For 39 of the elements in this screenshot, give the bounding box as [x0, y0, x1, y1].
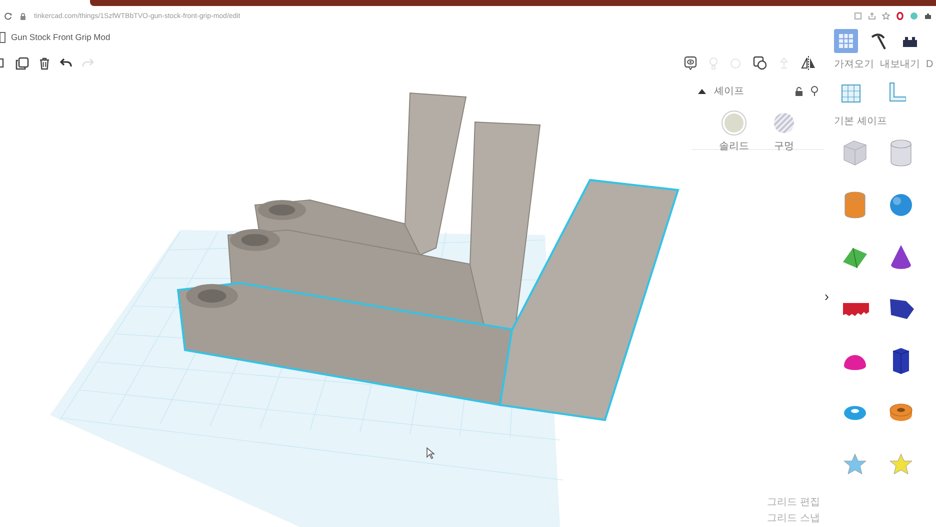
- top-action-button[interactable]: 내보내기: [880, 57, 920, 71]
- undo-icon[interactable]: [60, 58, 72, 68]
- copy-icon[interactable]: [0, 57, 5, 69]
- round-extension-icon[interactable]: [910, 12, 918, 20]
- grid-view-icon: [837, 32, 855, 50]
- grid-view-mode-button[interactable]: [834, 29, 858, 53]
- mirror-icon[interactable]: [801, 56, 816, 70]
- reload-icon[interactable]: [4, 12, 12, 20]
- lock-icon: [20, 12, 26, 20]
- group-icon[interactable]: [753, 56, 767, 70]
- ruler-icon[interactable]: [888, 82, 906, 102]
- share-icon[interactable]: [868, 12, 876, 20]
- pickaxe-icon: [869, 32, 887, 50]
- puzzle-icon[interactable]: [924, 12, 932, 20]
- duplicate-icon[interactable]: [15, 56, 29, 70]
- mouse-cursor-icon: [426, 447, 436, 460]
- solid-option[interactable]: 솔리드: [719, 110, 749, 153]
- panel-toggle[interactable]: ›: [822, 288, 830, 304]
- snap-grid-label[interactable]: 그리드 스냅: [767, 511, 820, 525]
- collapse-icon[interactable]: [698, 88, 706, 94]
- top-action-button[interactable]: D: [926, 58, 934, 70]
- star-icon[interactable]: [882, 12, 890, 20]
- color-circle-icon: [721, 110, 747, 136]
- lock-icon[interactable]: [795, 86, 803, 96]
- inspector-title: 셰이프: [714, 85, 744, 98]
- design-title[interactable]: Gun Stock Front Grip Mod: [11, 32, 110, 42]
- document-icon: [0, 32, 6, 42]
- install-icon[interactable]: [854, 12, 862, 20]
- ring-icon[interactable]: [896, 12, 904, 20]
- edit-grid-label[interactable]: 그리드 편집: [767, 495, 820, 509]
- gun-grip-model[interactable]: [176, 178, 680, 422]
- workplane-icon[interactable]: [840, 82, 862, 104]
- hole-option[interactable]: 구멍: [771, 110, 797, 153]
- top-action-button[interactable]: 가져오기: [834, 57, 874, 71]
- bulb-icon[interactable]: [811, 86, 818, 96]
- category-label[interactable]: 기본 셰이프: [834, 114, 936, 128]
- note-icon[interactable]: [684, 56, 697, 70]
- trash-icon[interactable]: [39, 56, 50, 70]
- striped-circle-icon: [771, 110, 797, 136]
